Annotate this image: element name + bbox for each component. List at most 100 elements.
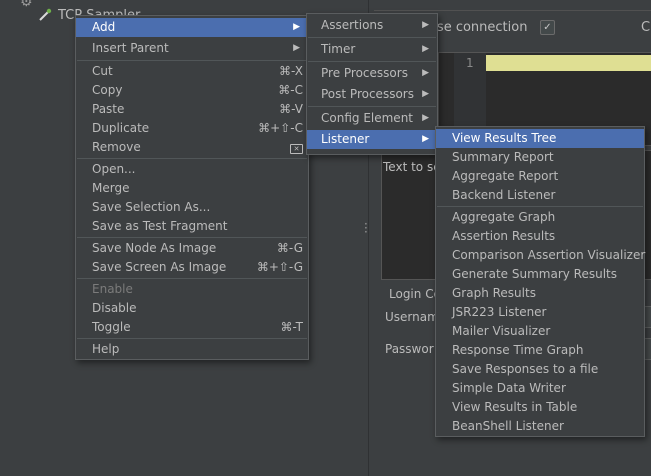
menu-item-mailer-visualizer[interactable]: Mailer Visualizer xyxy=(436,322,644,341)
menu-item-label: Toggle xyxy=(92,320,131,334)
menu-item-response-time-graph[interactable]: Response Time Graph xyxy=(436,341,644,360)
menu-item-label: Assertion Results xyxy=(452,229,556,243)
menu-item-label: Aggregate Report xyxy=(452,169,559,183)
menu-item-backend-listener[interactable]: Backend Listener xyxy=(436,186,644,205)
menu-item-beanshell-listener[interactable]: BeanShell Listener xyxy=(436,417,644,436)
submenu-arrow-icon: ▶ xyxy=(422,68,429,78)
username-label: Usernam xyxy=(385,310,439,324)
menu-item-label: Summary Report xyxy=(452,150,554,164)
menu-item-label: Save as Test Fragment xyxy=(92,219,228,233)
menu-item-post-processors[interactable]: Post Processors ▶ xyxy=(307,85,437,104)
menu-item-assertion-results[interactable]: Assertion Results xyxy=(436,227,644,246)
reuse-connection-checkbox[interactable]: ✓ xyxy=(540,20,555,35)
menu-item-label: View Results in Table xyxy=(452,400,578,414)
submenu-arrow-icon: ▶ xyxy=(422,134,429,144)
menu-item-help[interactable]: Help xyxy=(76,340,308,359)
submenu-arrow-icon: ▶ xyxy=(422,113,429,123)
menu-item-save-as-test-fragment[interactable]: Save as Test Fragment xyxy=(76,217,308,236)
menu-item-label: Save Node As Image xyxy=(92,241,217,255)
menu-item-label: Save Selection As... xyxy=(92,200,211,214)
menu-item-timer[interactable]: Timer ▶ xyxy=(307,40,437,59)
menu-item-view-results-tree[interactable]: View Results Tree xyxy=(436,129,644,148)
add-submenu: Assertions ▶ Timer ▶ Pre Processors ▶ Po… xyxy=(306,13,438,155)
line-number: 1 xyxy=(466,56,474,70)
menu-item-label: Timer xyxy=(321,42,356,56)
menu-item-save-responses-to-file[interactable]: Save Responses to a file xyxy=(436,360,644,379)
menu-item-duplicate[interactable]: Duplicate ⌘+⇧-C xyxy=(76,119,308,138)
menu-item-simple-data-writer[interactable]: Simple Data Writer xyxy=(436,379,644,398)
menu-separator xyxy=(77,338,307,339)
menu-item-insert-parent[interactable]: Insert Parent ▶ xyxy=(76,39,308,58)
menu-separator xyxy=(77,237,307,238)
menu-item-label: Backend Listener xyxy=(452,188,556,202)
gear-icon: ⚙ xyxy=(20,0,33,10)
menu-item-paste[interactable]: Paste ⌘-V xyxy=(76,100,308,119)
menu-item-label: View Results Tree xyxy=(452,131,557,145)
context-menu: Add ▶ Insert Parent ▶ Cut ⌘-X Copy ⌘-C P… xyxy=(75,15,309,360)
divider xyxy=(374,10,651,11)
submenu-arrow-icon: ▶ xyxy=(422,44,429,54)
menu-item-remove[interactable]: Remove ✕ xyxy=(76,138,308,157)
menu-item-label: Remove xyxy=(92,140,141,154)
menu-separator xyxy=(308,37,436,38)
menu-item-label: Config Element xyxy=(321,111,413,125)
menu-item-label: Add xyxy=(92,20,116,34)
menu-item-save-selection-as[interactable]: Save Selection As... xyxy=(76,198,308,217)
menu-item-label: Aggregate Graph xyxy=(452,210,556,224)
menu-item-save-screen-as-image[interactable]: Save Screen As Image ⌘+⇧-G xyxy=(76,258,308,277)
menu-item-label: Paste xyxy=(92,102,125,116)
menu-item-aggregate-report[interactable]: Aggregate Report xyxy=(436,167,644,186)
shortcut-label: ⌘+⇧-C xyxy=(258,121,303,135)
menu-item-merge[interactable]: Merge xyxy=(76,179,308,198)
menu-item-label: Graph Results xyxy=(452,286,536,300)
shortcut-label: ⌘-V xyxy=(279,102,303,116)
menu-item-label: Mailer Visualizer xyxy=(452,324,551,338)
menu-item-disable[interactable]: Disable xyxy=(76,299,308,318)
menu-item-pre-processors[interactable]: Pre Processors ▶ xyxy=(307,64,437,83)
menu-item-label: Assertions xyxy=(321,18,384,32)
menu-item-config-element[interactable]: Config Element ▶ xyxy=(307,109,437,128)
menu-item-label: JSR223 Listener xyxy=(452,305,547,319)
pipette-icon xyxy=(39,8,52,21)
menu-item-enable: Enable xyxy=(76,280,308,299)
menu-item-open[interactable]: Open... xyxy=(76,160,308,179)
menu-item-graph-results[interactable]: Graph Results xyxy=(436,284,644,303)
submenu-arrow-icon: ▶ xyxy=(422,89,429,99)
password-label: Passwor xyxy=(385,342,434,356)
menu-item-toggle[interactable]: Toggle ⌘-T xyxy=(76,318,308,337)
shortcut-label: ⌘-T xyxy=(280,320,303,334)
menu-item-label: Copy xyxy=(92,83,123,97)
reuse-connection-label: -use connection xyxy=(424,20,528,35)
submenu-arrow-icon: ▶ xyxy=(422,20,429,30)
splitter-handle-icon[interactable]: · · · xyxy=(364,218,368,238)
login-config-label: Login Co xyxy=(389,287,441,301)
menu-item-label: Help xyxy=(92,342,120,356)
menu-item-label: Duplicate xyxy=(92,121,150,135)
menu-item-label: Pre Processors xyxy=(321,66,408,80)
menu-item-label: Merge xyxy=(92,181,130,195)
menu-item-view-results-in-table[interactable]: View Results in Table xyxy=(436,398,644,417)
menu-item-label: Save Responses to a file xyxy=(452,362,599,376)
menu-item-listener[interactable]: Listener ▶ xyxy=(307,130,437,149)
submenu-arrow-icon: ▶ xyxy=(293,43,300,53)
shortcut-label: ⌘+⇧-G xyxy=(256,260,303,274)
menu-item-assertions[interactable]: Assertions ▶ xyxy=(307,16,437,35)
menu-item-comparison-assertion-visualizer[interactable]: Comparison Assertion Visualizer xyxy=(436,246,646,265)
menu-separator xyxy=(77,278,307,279)
text-to-send-label: Text to se xyxy=(383,160,441,174)
menu-item-label: Simple Data Writer xyxy=(452,381,566,395)
menu-separator xyxy=(308,106,436,107)
menu-item-label: Generate Summary Results xyxy=(452,267,617,281)
shortcut-label: ⌘-G xyxy=(276,241,303,255)
menu-item-label: BeanShell Listener xyxy=(452,419,564,433)
menu-item-save-node-as-image[interactable]: Save Node As Image ⌘-G xyxy=(76,239,308,258)
shortcut-label: ⌘-X xyxy=(279,64,303,78)
menu-item-label: Comparison Assertion Visualizer xyxy=(452,248,646,262)
menu-item-copy[interactable]: Copy ⌘-C xyxy=(76,81,308,100)
menu-item-jsr223-listener[interactable]: JSR223 Listener xyxy=(436,303,644,322)
menu-item-add[interactable]: Add ▶ xyxy=(76,18,308,37)
menu-item-aggregate-graph[interactable]: Aggregate Graph xyxy=(436,208,644,227)
menu-item-summary-report[interactable]: Summary Report xyxy=(436,148,644,167)
menu-item-generate-summary-results[interactable]: Generate Summary Results xyxy=(436,265,644,284)
menu-item-cut[interactable]: Cut ⌘-X xyxy=(76,62,308,81)
